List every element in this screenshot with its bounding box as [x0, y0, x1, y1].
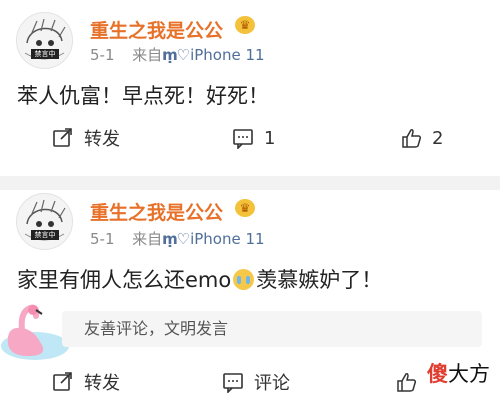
- repost-label: 转发: [84, 373, 120, 394]
- comment-count: 1: [264, 127, 276, 149]
- watermark-part1: 傻: [427, 362, 448, 386]
- post-source-label: 来自: [132, 230, 163, 248]
- comment-icon: [223, 373, 243, 393]
- like-count: 2: [432, 127, 444, 149]
- device-logo-icon: ṃ: [162, 230, 178, 248]
- avatar-sketch-icon: [24, 199, 66, 241]
- repost-button[interactable]: 转发: [52, 121, 120, 155]
- post-divider: [0, 176, 500, 190]
- avatar[interactable]: 禁言中: [16, 12, 73, 69]
- vip-crown-icon: ♛: [235, 199, 255, 217]
- crying-emoji-icon: [233, 269, 255, 290]
- post-content-part1: 家里有佣人怎么还emo: [17, 268, 232, 292]
- device-wifi-icon: ♡: [176, 46, 190, 64]
- username[interactable]: 重生之我是公公: [90, 16, 223, 43]
- avatar-muted-tag: 禁言中: [31, 49, 59, 59]
- comment-icon: [233, 129, 253, 149]
- like-icon: [397, 373, 417, 392]
- repost-label: 转发: [84, 129, 120, 150]
- weibo-post-1: 禁言中 重生之我是公公 ♛ 5-1 来自ṃ♡iPhone 11 苯人仇富！早点死…: [0, 0, 500, 176]
- avatar[interactable]: 禁言中: [16, 193, 73, 250]
- device-logo-icon: ṃ: [162, 46, 178, 64]
- post-meta: 5-1 来自ṃ♡iPhone 11: [90, 228, 265, 249]
- avatar-muted-tag: 禁言中: [31, 230, 59, 240]
- share-icon: [53, 128, 72, 147]
- like-button[interactable]: 2: [400, 121, 443, 155]
- like-icon: [402, 129, 422, 148]
- post-device[interactable]: iPhone 11: [190, 230, 265, 248]
- watermark-part2: 大方: [448, 362, 490, 386]
- post-source-label: 来自: [132, 46, 163, 64]
- share-icon: [53, 372, 72, 391]
- comment-input[interactable]: 友善评论，文明发言: [62, 311, 482, 347]
- comment-label: 评论: [254, 373, 290, 394]
- watermark: 傻大方: [423, 356, 494, 390]
- post-content-part2: 羡慕嫉妒了！: [256, 268, 383, 292]
- repost-button[interactable]: 转发: [52, 365, 120, 399]
- vip-crown-icon: ♛: [235, 16, 255, 34]
- post-actions: 转发 1 2: [0, 121, 500, 155]
- avatar-sketch-icon: [24, 18, 66, 60]
- post-date: 5-1: [90, 46, 115, 64]
- username[interactable]: 重生之我是公公: [90, 198, 223, 225]
- device-wifi-icon: ♡: [176, 230, 190, 248]
- comment-button[interactable]: 评论: [222, 365, 290, 399]
- post-content: 家里有佣人怎么还emo 羡慕嫉妒了！: [17, 264, 382, 294]
- post-content: 苯人仇富！早点死！好死！: [17, 84, 269, 108]
- post-device[interactable]: iPhone 11: [190, 46, 265, 64]
- post-meta: 5-1 来自ṃ♡iPhone 11: [90, 44, 265, 65]
- flamingo-float-icon: [1, 304, 69, 360]
- post-date: 5-1: [90, 230, 115, 248]
- comment-button[interactable]: 1: [232, 121, 275, 155]
